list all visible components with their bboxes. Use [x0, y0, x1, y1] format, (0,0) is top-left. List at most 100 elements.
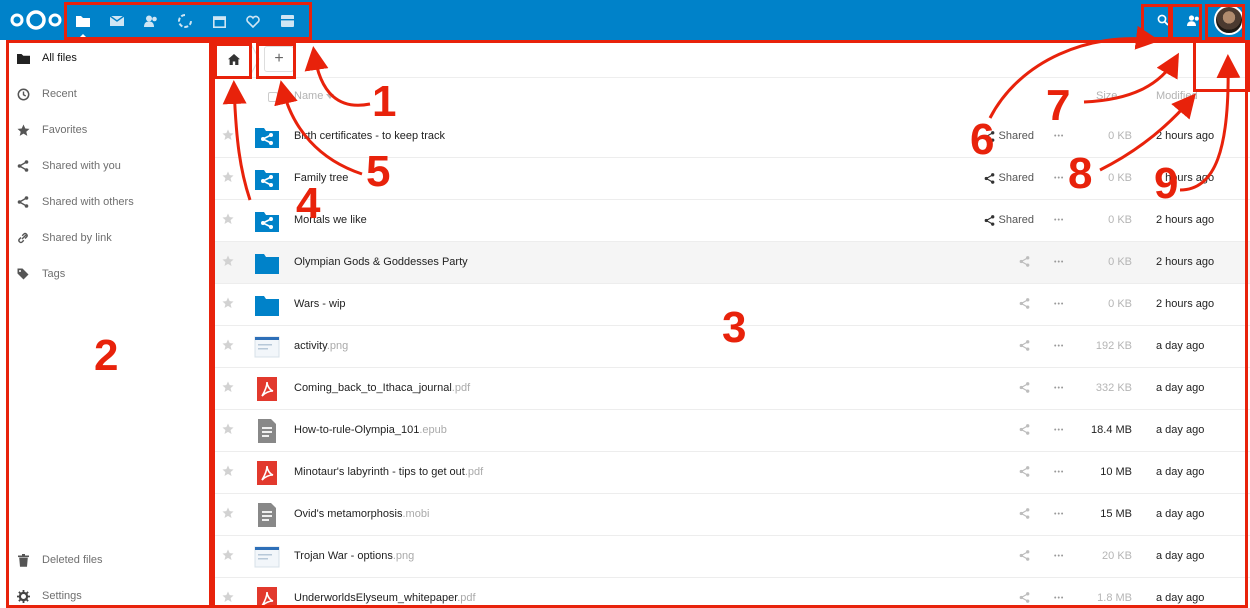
app-mail[interactable]	[100, 3, 134, 39]
share-button[interactable]	[1019, 256, 1034, 267]
file-name[interactable]: Family tree	[294, 172, 348, 184]
star-icon[interactable]	[222, 171, 236, 185]
share-button[interactable]	[1019, 508, 1034, 519]
table-row[interactable]: How-to-rule-Olympia_101.epub ••• 18.4 MB a …	[212, 410, 1250, 452]
file-basename: Coming_back_to_Ithaca_journal	[294, 382, 452, 394]
app-files[interactable]	[66, 3, 100, 39]
more-actions-button[interactable]: •••	[1054, 385, 1064, 392]
sidebar-item-deleted-files[interactable]: Deleted files	[0, 542, 210, 578]
file-name[interactable]: Wars - wip	[294, 298, 346, 310]
table-row[interactable]: Trojan War - options.png ••• 20 KB a day ag…	[212, 536, 1250, 578]
sidebar-item-favorites[interactable]: Favorites	[0, 112, 210, 148]
share-button[interactable]	[1019, 340, 1034, 351]
star-icon[interactable]	[222, 465, 236, 479]
star-icon[interactable]	[222, 423, 236, 437]
more-actions-button[interactable]: •••	[1054, 343, 1064, 350]
table-row[interactable]: Ovid's metamorphosis.mobi ••• 15 MB a day a…	[212, 494, 1250, 536]
table-row[interactable]: UnderworldsElyseum_whitepaper.pdf ••• 1.8 …	[212, 578, 1250, 608]
star-icon[interactable]	[222, 549, 236, 563]
sidebar-item-label: All files	[42, 52, 77, 64]
table-row[interactable]: Olympian Gods & Goddesses Party ••• 0 KB 2 …	[212, 242, 1250, 284]
file-name[interactable]: Mortals we like	[294, 214, 367, 226]
column-modified[interactable]: Modified	[1156, 90, 1198, 102]
table-row[interactable]: Mortals we like Shared ••• 0 KB 2 hours ago	[212, 200, 1250, 242]
avatar[interactable]	[1214, 5, 1244, 35]
table-row[interactable]: activity.png ••• 192 KB a day ago	[212, 326, 1250, 368]
more-actions-button[interactable]: •••	[1054, 553, 1064, 560]
sidebar-item-shared-with-others[interactable]: Shared with others	[0, 184, 210, 220]
breadcrumb-home[interactable]	[216, 44, 252, 74]
file-name[interactable]: Minotaur's labyrinth - tips to get out.p…	[294, 466, 483, 478]
table-row[interactable]: Birth certificates - to keep track Shared…	[212, 116, 1250, 158]
new-file-button[interactable]: +	[264, 46, 294, 72]
contacts-menu-button[interactable]	[1178, 2, 1208, 38]
table-row[interactable]: Minotaur's labyrinth - tips to get out.p…	[212, 452, 1250, 494]
column-name[interactable]: Name	[294, 90, 323, 102]
share-button[interactable]: Shared	[984, 172, 1034, 184]
star-icon[interactable]	[222, 297, 236, 311]
file-extension: .pdf	[451, 382, 471, 394]
app-gallery[interactable]	[270, 3, 304, 39]
star-icon[interactable]	[222, 591, 236, 605]
share-icon	[16, 159, 30, 173]
file-name[interactable]: Birth certificates - to keep track	[294, 130, 445, 142]
more-actions-button[interactable]: •••	[1054, 175, 1064, 182]
share-button[interactable]: Shared	[984, 130, 1034, 142]
share-button[interactable]	[1019, 382, 1034, 393]
star-icon[interactable]	[222, 381, 236, 395]
sidebar-item-shared-by-link[interactable]: Shared by link	[0, 220, 210, 256]
file-name[interactable]: Olympian Gods & Goddesses Party	[294, 256, 468, 268]
heart-icon	[246, 15, 260, 28]
share-button[interactable]	[1019, 550, 1034, 561]
star-icon	[16, 123, 30, 137]
file-modified: a day ago	[1156, 550, 1205, 562]
star-icon[interactable]	[222, 213, 236, 227]
folder-icon	[16, 51, 30, 65]
file-name[interactable]: Trojan War - options.png	[294, 550, 414, 562]
share-button[interactable]	[1019, 592, 1034, 603]
file-modified: 2 hours ago	[1156, 130, 1215, 142]
share-button[interactable]: Shared	[984, 214, 1034, 226]
file-name[interactable]: activity.png	[294, 340, 348, 352]
more-actions-button[interactable]: •••	[1054, 259, 1064, 266]
star-icon[interactable]	[222, 129, 236, 143]
sidebar-item-all-files[interactable]: All files	[0, 40, 210, 76]
more-actions-button[interactable]: •••	[1054, 595, 1064, 602]
more-actions-button[interactable]: •••	[1054, 511, 1064, 518]
file-name[interactable]: Ovid's metamorphosis.mobi	[294, 508, 429, 520]
search-button[interactable]	[1148, 2, 1178, 38]
file-basename: Family tree	[294, 172, 349, 184]
sidebar-item-settings[interactable]: Settings	[0, 578, 210, 608]
share-button[interactable]	[1019, 424, 1034, 435]
app-activity[interactable]	[168, 3, 202, 39]
file-size: 0 KB	[1108, 298, 1132, 310]
more-actions-button[interactable]: •••	[1054, 469, 1064, 476]
more-actions-button[interactable]: •••	[1054, 427, 1064, 434]
contacts-icon	[144, 15, 157, 27]
share-button[interactable]	[1019, 298, 1034, 309]
more-actions-button[interactable]: •••	[1054, 133, 1064, 140]
star-icon[interactable]	[222, 255, 236, 269]
select-all-checkbox[interactable]	[268, 92, 278, 102]
sidebar-item-tags[interactable]: Tags	[0, 256, 210, 292]
table-row[interactable]: Coming_back_to_Ithaca_journal.pdf ••• 332 …	[212, 368, 1250, 410]
app-calendar[interactable]	[202, 3, 236, 39]
nextcloud-logo[interactable]	[8, 10, 64, 30]
file-name[interactable]: UnderworldsElyseum_whitepaper.pdf	[294, 592, 476, 604]
more-actions-button[interactable]: •••	[1054, 301, 1064, 308]
more-actions-button[interactable]: •••	[1054, 217, 1064, 224]
sidebar-item-recent[interactable]: Recent	[0, 76, 210, 112]
column-size[interactable]: Size	[1096, 90, 1117, 102]
doc-icon	[254, 502, 280, 528]
sidebar-item-shared-with-you[interactable]: Shared with you	[0, 148, 210, 184]
file-name[interactable]: Coming_back_to_Ithaca_journal.pdf	[294, 382, 470, 394]
star-icon[interactable]	[222, 507, 236, 521]
file-name[interactable]: How-to-rule-Olympia_101.epub	[294, 424, 447, 436]
table-row[interactable]: Wars - wip ••• 0 KB 2 hours ago	[212, 284, 1250, 326]
app-contacts[interactable]	[134, 3, 168, 39]
app-deck[interactable]	[236, 3, 270, 39]
star-icon[interactable]	[222, 339, 236, 353]
home-icon	[228, 53, 240, 65]
table-row[interactable]: Family tree Shared ••• 0 KB 2 hours ago	[212, 158, 1250, 200]
share-button[interactable]	[1019, 466, 1034, 477]
